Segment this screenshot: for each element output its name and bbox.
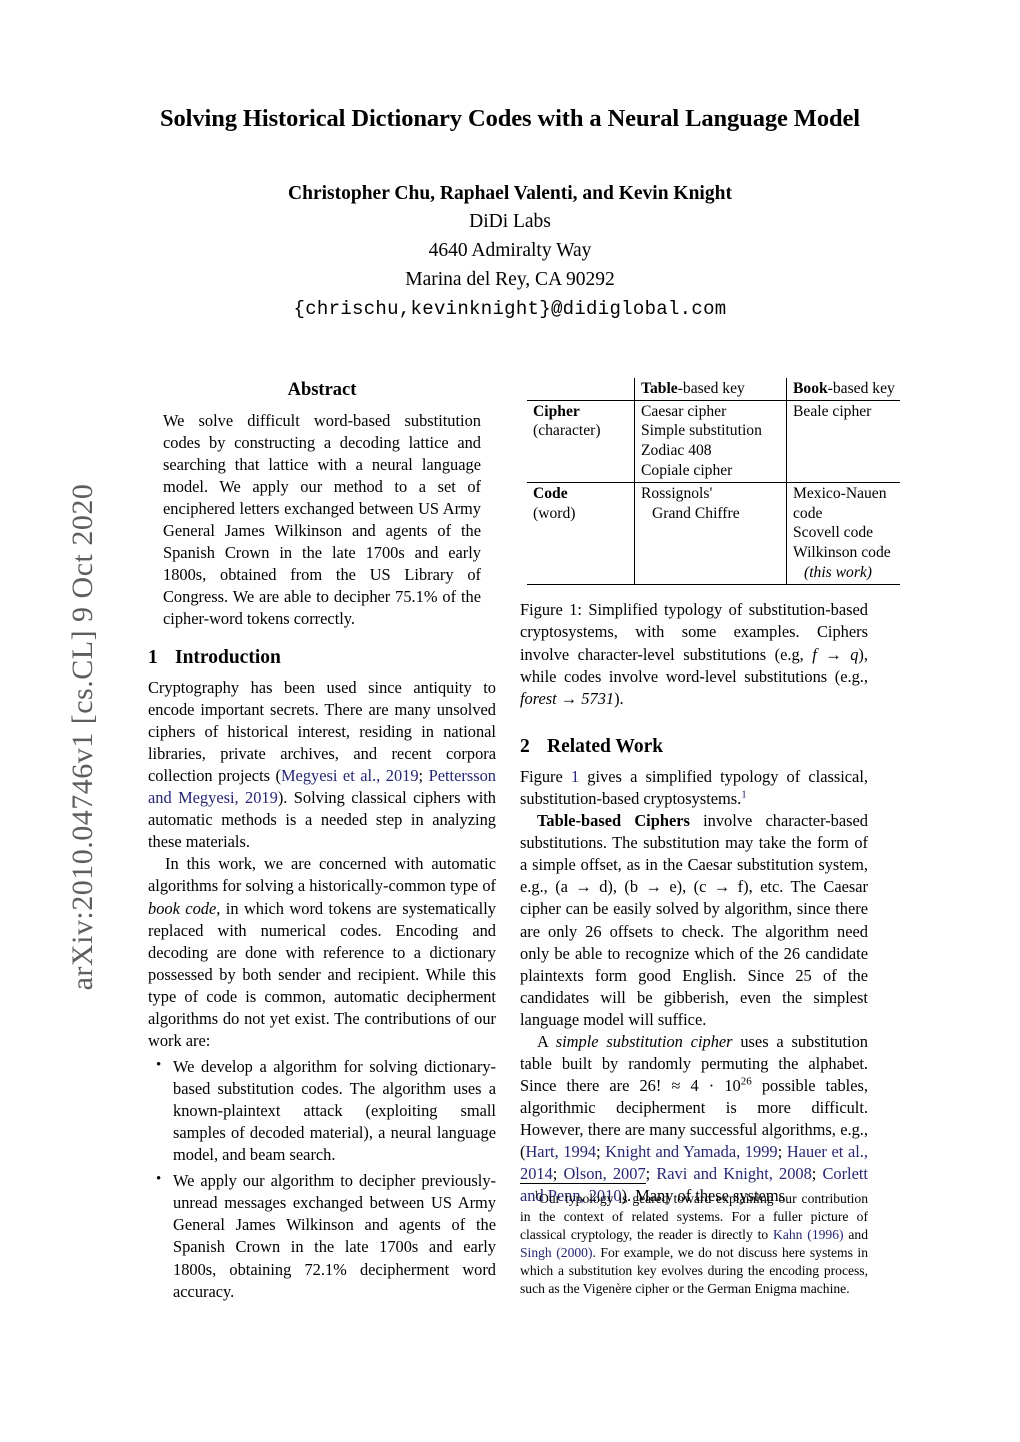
column-header-table-based: Table-based key (634, 378, 787, 401)
right-column: Table-based key Book-based key Cipher (c… (520, 378, 900, 1208)
col-header-bold: Book (793, 380, 828, 397)
table-header-row: Table-based key Book-based key (527, 378, 900, 401)
related-p1-a: Figure (520, 767, 571, 787)
abstract-heading: Abstract (287, 380, 357, 400)
table-row: Code (word) Rossignols' Grand Chiffre Me… (527, 482, 900, 586)
section-heading-introduction: 1 Introduction (148, 646, 496, 669)
paper-page: arXiv:2010.04746v1 [cs.CL] 9 Oct 2020 So… (0, 0, 1020, 1442)
figure-1-caption: Figure 1: Simplified typology of substit… (520, 599, 868, 709)
citation-kahn-year[interactable]: (1996) (807, 1227, 843, 1242)
citation-singh-year[interactable]: (2000) (556, 1245, 592, 1260)
title-block: Solving Historical Dictionary Codes with… (128, 104, 892, 324)
section-title: Related Work (547, 735, 664, 757)
cite-sep: ; (777, 1142, 787, 1162)
section-title: Introduction (175, 646, 281, 668)
cite-sep: ; (596, 1142, 606, 1162)
arxiv-stamp: arXiv:2010.04746v1 [cs.CL] 9 Oct 2020 (66, 483, 99, 991)
author-names: Christopher Chu, Raphael Valenti, and Ke… (288, 182, 732, 204)
intro-paragraph-2: In this work, we are concerned with auto… (148, 853, 496, 1052)
figure-caption-math-1: f → q (812, 644, 859, 664)
row-label-code: Code (word) (527, 482, 635, 586)
figure-reference-link[interactable]: 1 (571, 767, 579, 786)
row-label-main: Code (533, 485, 568, 503)
exponent-26: 26 (740, 1075, 752, 1088)
table-corner-cell (527, 378, 635, 401)
cell-code-table-based: Rossignols' Grand Chiffre (634, 482, 787, 586)
footnote-b: and (843, 1227, 869, 1243)
footnote-marker-link[interactable]: 1 (741, 789, 747, 801)
figure-caption-label: Figure 1: (520, 600, 582, 620)
related-p2-text: involve character-based substitutions. T… (520, 811, 868, 1029)
related-paragraph-1: Figure 1 gives a simplified typology of … (520, 766, 868, 810)
author-block: Christopher Chu, Raphael Valenti, and Ke… (128, 180, 892, 325)
contributions-list: We develop a algorithm for solving dicti… (148, 1055, 496, 1303)
left-column: Abstract We solve difficult word-based s… (148, 378, 496, 1303)
column-header-book-based: Book-based key (786, 378, 900, 401)
affiliation-org: DiDi Labs (469, 211, 551, 233)
intro-paragraph-1: Cryptography has been used since antiqui… (148, 677, 496, 854)
cell-cipher-book-based: Beale cipher (786, 400, 900, 484)
footnote-divider (520, 1183, 646, 1184)
citation-knight-yamada-1999[interactable]: Knight and Yamada, 1999 (605, 1142, 777, 1161)
cell-line: Caesar cipher (641, 402, 727, 420)
cell-line: Copiale cipher (641, 461, 733, 479)
affiliation-street: 4640 Admiralty Way (428, 239, 592, 261)
citation-hart-1994[interactable]: Hart, 1994 (525, 1142, 596, 1161)
citation-megyesi-2019[interactable]: Megyesi et al., 2019 (281, 766, 419, 785)
row-label-sub: (word) (533, 504, 576, 522)
footnote-text: 1Our typology is geared toward explainin… (520, 1190, 868, 1298)
footnote-area: 1Our typology is geared toward explainin… (520, 1183, 868, 1298)
section-number: 1 (148, 646, 158, 668)
citation-ravi-knight-2008[interactable]: Ravi and Knight, 2008 (656, 1164, 811, 1183)
related-paragraph-2: Table-based Ciphers involve character-ba… (520, 810, 868, 1031)
section-number: 2 (520, 735, 530, 757)
row-label-cipher: Cipher (character) (527, 400, 635, 484)
col-header-rest: -based key (827, 380, 895, 397)
cite-sep: ; (811, 1164, 823, 1184)
emph-book-code: book code (148, 898, 217, 918)
figure-caption-c: ). (614, 688, 624, 708)
citation-separator: ; (418, 766, 429, 786)
affiliation-city: Marina del Rey, CA 90292 (405, 268, 615, 290)
page-title: Solving Historical Dictionary Codes with… (159, 105, 860, 132)
cite-sep: ; (552, 1164, 564, 1184)
cell-line: Simple substitution (641, 422, 762, 440)
bold-lead-table-based-ciphers: Table-based Ciphers (537, 811, 690, 831)
cell-code-book-based: Mexico-Nauen code Scovell code Wilkinson… (786, 482, 900, 586)
cell-line-this-work: (this work) (804, 563, 873, 581)
cell-line: Rossignols' (641, 485, 713, 503)
cell-line: Zodiac 408 (641, 441, 712, 459)
intro-p2-text-b: , in which word tokens are systematicall… (148, 898, 496, 1050)
cell-line: Beale cipher (793, 402, 872, 420)
typology-table: Table-based key Book-based key Cipher (c… (527, 378, 900, 586)
citation-singh[interactable]: Singh (520, 1245, 552, 1260)
list-item: We develop a algorithm for solving dicti… (148, 1055, 496, 1166)
cell-line: Wilkinson code (793, 544, 891, 562)
col-header-bold: Table (641, 380, 678, 397)
emph-simple-substitution-cipher: simple substitution cipher (555, 1031, 733, 1051)
citation-kahn[interactable]: Kahn (773, 1227, 802, 1242)
list-item: We apply our algorithm to decipher previ… (148, 1169, 496, 1302)
cell-line: Mexico-Nauen code (793, 485, 887, 522)
cell-line: Scovell code (793, 524, 874, 542)
table-row: Cipher (character) Caesar cipher Simple … (527, 400, 900, 484)
figure-caption-math-2: forest → 5731 (520, 688, 615, 708)
citation-olson-2007[interactable]: Olson, 2007 (563, 1164, 645, 1183)
figure-1: Table-based key Book-based key Cipher (c… (520, 378, 900, 710)
row-label-main: Cipher (533, 402, 580, 420)
intro-p2-text-a: In this work, we are concerned with auto… (148, 854, 496, 896)
cell-line: Grand Chiffre (652, 504, 740, 522)
row-label-sub: (character) (533, 422, 601, 440)
author-email: {chrischu,kevinknight}@didiglobal.com (293, 298, 727, 321)
related-paragraph-3: A simple substitution cipher uses a subs… (520, 1031, 868, 1208)
abstract-body: We solve difficult word-based substituti… (163, 410, 481, 629)
related-p3-a: A (537, 1031, 556, 1051)
col-header-rest: -based key (677, 380, 745, 397)
cell-cipher-table-based: Caesar cipher Simple substitution Zodiac… (634, 400, 787, 484)
section-heading-related-work: 2 Related Work (520, 735, 868, 758)
cite-sep: ; (645, 1164, 657, 1184)
